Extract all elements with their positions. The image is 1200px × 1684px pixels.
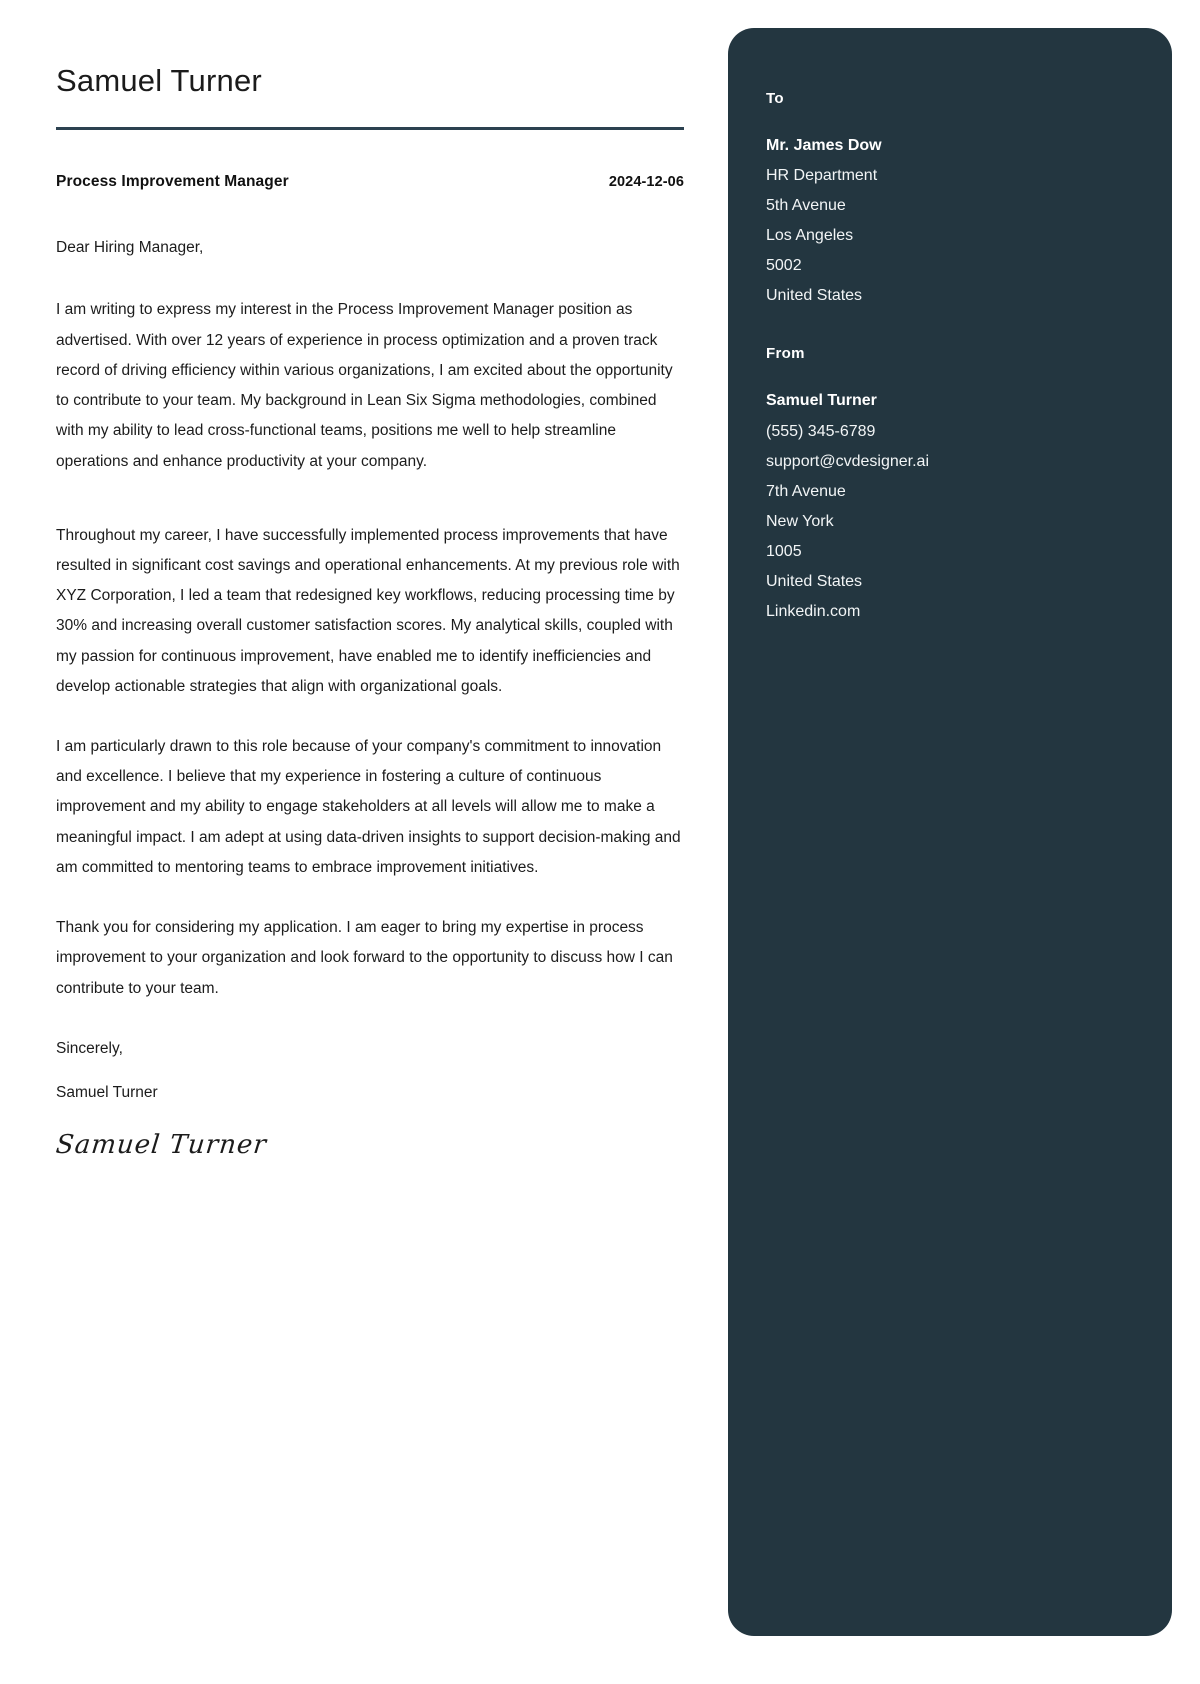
recipient-country: United States	[766, 287, 863, 305]
salutation: Dear Hiring Manager,	[56, 239, 204, 257]
handwritten-signature: Samuel Turner	[54, 1130, 269, 1161]
recipient-city: Los Angeles	[766, 227, 854, 245]
to-heading: To	[766, 90, 784, 107]
recipient-name: Mr. James Dow	[766, 137, 882, 154]
sender-city: New York	[766, 512, 834, 530]
sender-name: Samuel Turner	[766, 392, 877, 410]
sender-phone[interactable]: (555) 345-6789	[766, 417, 1172, 447]
letter-paragraph-1: I am writing to express my interest in t…	[56, 301, 673, 470]
recipient-postal-code: 5002	[766, 257, 802, 275]
recipient-street: 5th Avenue	[766, 197, 846, 215]
letter-column: Samuel Turner Process Improvement Manage…	[54, 0, 684, 1161]
contact-sidebar: To Mr. James Dow HR Department 5th Avenu…	[728, 28, 1172, 1636]
sender-email[interactable]: support@cvdesigner.ai	[766, 447, 1172, 477]
page-title: Samuel Turner	[56, 63, 262, 98]
closing-name: Samuel Turner	[56, 1084, 158, 1101]
letter-paragraph-4: Thank you for considering my application…	[56, 919, 673, 997]
cover-letter-page: Samuel Turner Process Improvement Manage…	[0, 0, 1200, 1684]
sender-postal-code: 1005	[766, 542, 802, 560]
sender-website[interactable]: Linkedin.com	[766, 597, 1172, 627]
letter-body: Dear Hiring Manager, I am writing to exp…	[54, 233, 684, 1161]
letter-meta-row: Process Improvement Manager 2024-12-06	[56, 173, 684, 191]
header-divider	[56, 127, 684, 131]
recipient-block: To Mr. James Dow HR Department 5th Avenu…	[766, 90, 1172, 311]
letter-date: 2024-12-06	[608, 174, 684, 191]
sender-country: United States	[766, 572, 863, 590]
recipient-department: HR Department	[766, 167, 878, 185]
job-title: Process Improvement Manager	[56, 173, 289, 191]
closing-word: Sincerely,	[56, 1039, 123, 1057]
letter-paragraph-2: Throughout my career, I have successfull…	[56, 526, 680, 695]
sender-street: 7th Avenue	[766, 482, 846, 500]
letter-paragraph-3: I am particularly drawn to this role bec…	[56, 738, 681, 876]
from-heading: From	[766, 345, 805, 363]
sender-block: From Samuel Turner (555) 345-6789 suppor…	[766, 345, 1172, 627]
